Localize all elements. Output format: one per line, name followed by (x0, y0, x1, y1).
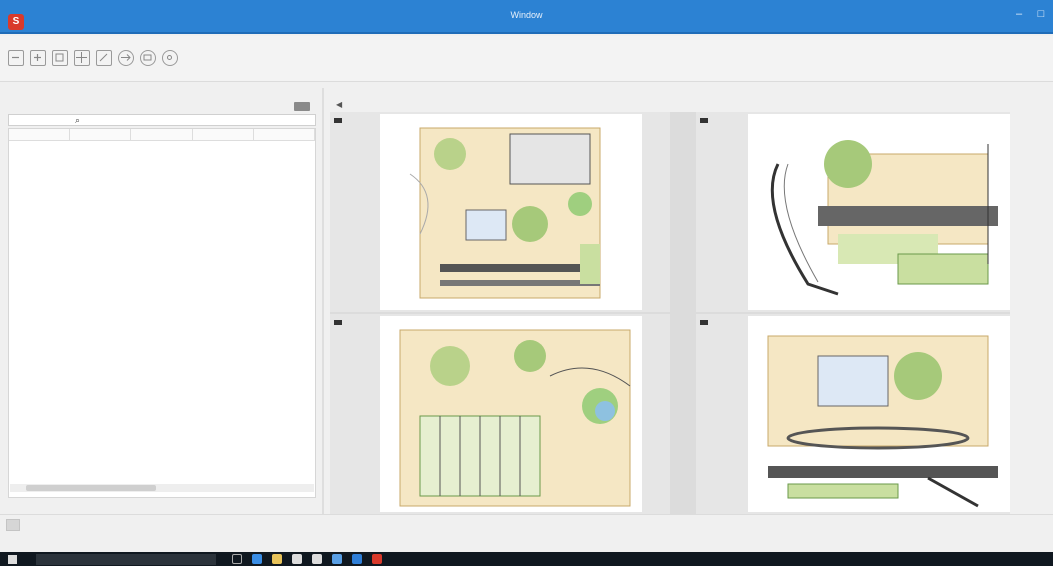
taskbar-search[interactable] (36, 554, 216, 565)
preview-path-bar: ◀ (336, 100, 1016, 110)
thumbnail-cell[interactable] (330, 314, 670, 514)
windows-start-icon[interactable] (8, 555, 17, 564)
drawing-thumbnail[interactable] (748, 114, 1010, 310)
file-type-badge (334, 320, 342, 325)
file-type-badge (700, 320, 708, 325)
help-icon[interactable] (162, 50, 178, 66)
search-icon[interactable]: ⌕ (75, 115, 80, 126)
file-browser-pane: ⌕ (4, 88, 320, 514)
window-title: Window (510, 10, 543, 20)
explorer-icon[interactable] (272, 554, 282, 564)
column-header[interactable] (9, 129, 71, 140)
swap-icon[interactable] (118, 50, 134, 66)
grid-icon[interactable] (74, 50, 90, 66)
file-type-badge (700, 118, 708, 123)
window-controls: – □ (1013, 8, 1047, 20)
thumbnail-grid (330, 112, 1010, 514)
title-bar: S Window – □ (0, 0, 1053, 34)
taskbar-app-icons (232, 554, 382, 564)
app-icon-blue[interactable] (352, 554, 362, 564)
thumbnail-cell[interactable] (696, 314, 1010, 514)
maximize-button[interactable]: □ (1035, 8, 1047, 20)
status-button[interactable] (6, 519, 20, 531)
app-icon-red[interactable] (372, 554, 382, 564)
thumbnail-cell[interactable] (696, 112, 1010, 312)
file-list-header (9, 129, 316, 141)
print-icon[interactable] (140, 50, 156, 66)
column-header[interactable] (254, 129, 316, 140)
mail-icon[interactable] (312, 554, 322, 564)
rename-icon[interactable] (96, 50, 112, 66)
drawing-thumbnail[interactable] (380, 114, 642, 310)
back-arrow-icon[interactable]: ◀ (336, 100, 342, 109)
store-icon[interactable] (292, 554, 302, 564)
pane-splitter[interactable] (322, 88, 324, 514)
windows-icon[interactable] (332, 554, 342, 564)
file-type-badge (334, 118, 342, 123)
new-icon[interactable] (8, 50, 24, 66)
edge-icon[interactable] (252, 554, 262, 564)
horizontal-scrollbar[interactable] (10, 484, 314, 492)
drawing-thumbnail[interactable] (748, 316, 1010, 512)
thumbnail-cell[interactable] (330, 112, 670, 312)
task-view-icon[interactable] (232, 554, 242, 564)
save-icon[interactable] (52, 50, 68, 66)
status-bar (0, 514, 1053, 552)
toolbar (0, 36, 1053, 82)
scrollbar-thumb[interactable] (26, 485, 156, 491)
column-header[interactable] (70, 129, 132, 140)
search-input[interactable]: ⌕ (8, 114, 316, 126)
drawing-thumbnail[interactable] (380, 316, 642, 512)
import-icon[interactable] (30, 50, 46, 66)
column-header[interactable] (131, 129, 193, 140)
taskbar (0, 552, 1053, 566)
view-toggle-button[interactable] (294, 102, 310, 111)
column-header[interactable] (193, 129, 254, 140)
file-list[interactable] (8, 128, 316, 498)
minimize-button[interactable]: – (1013, 8, 1025, 20)
